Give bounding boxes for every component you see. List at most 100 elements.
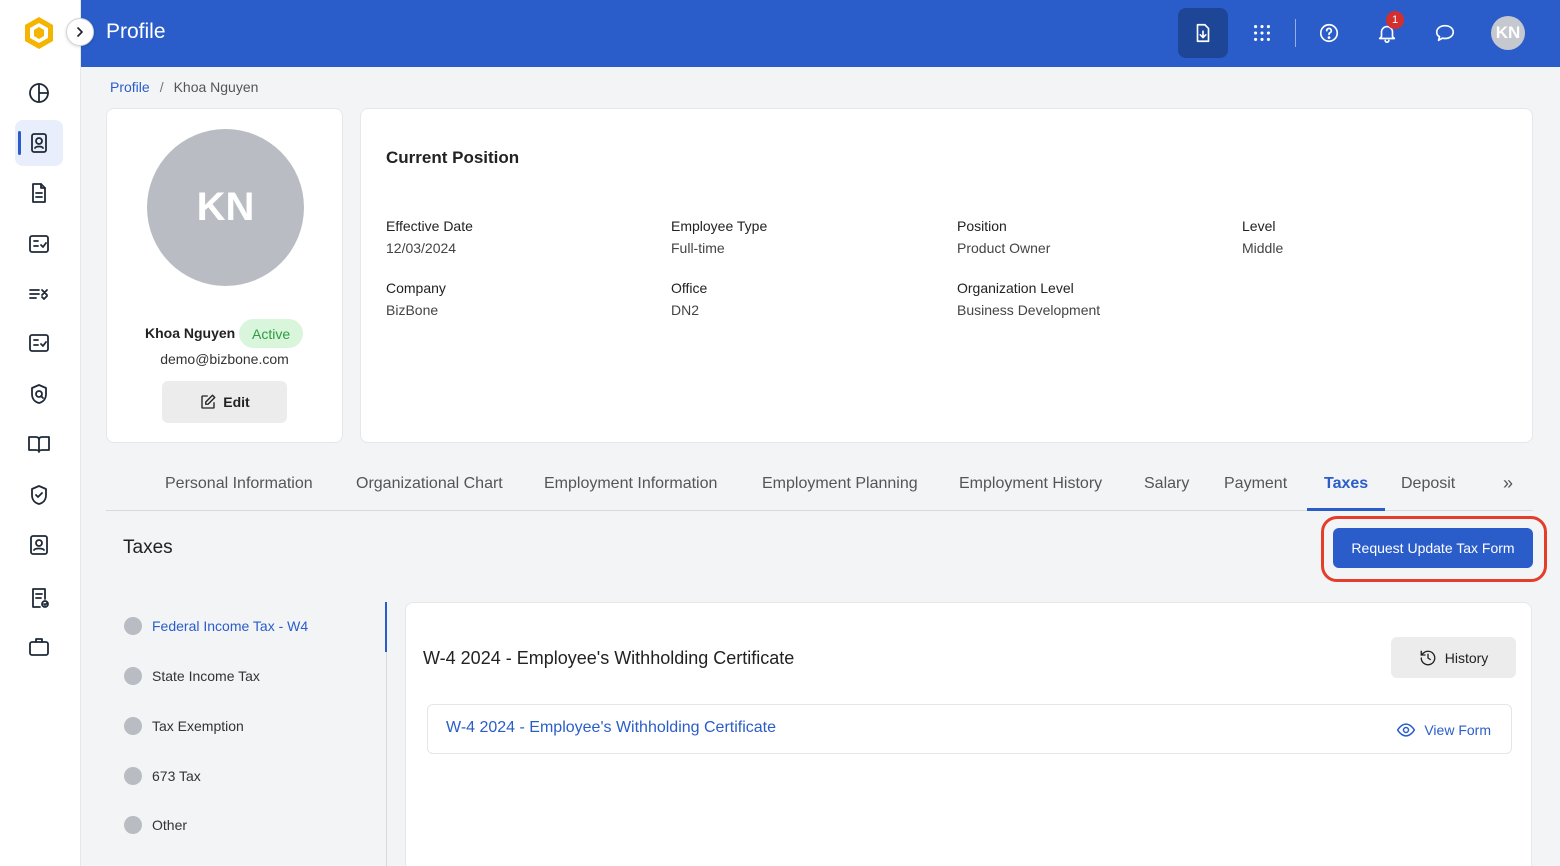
page-title: Profile bbox=[106, 20, 166, 43]
sidebar-item-documents[interactable] bbox=[15, 170, 63, 216]
user-avatar[interactable]: KN bbox=[1491, 16, 1525, 50]
field-label: Office bbox=[671, 280, 708, 296]
edit-label: Edit bbox=[223, 394, 250, 410]
sidebar-item-checklist-2[interactable] bbox=[15, 320, 63, 366]
status-dot bbox=[124, 617, 142, 635]
sidebar-item-checklist[interactable] bbox=[15, 221, 63, 267]
field-label: Level bbox=[1242, 218, 1276, 234]
field-label: Company bbox=[386, 280, 446, 296]
history-icon bbox=[1420, 650, 1436, 665]
view-form-button[interactable]: View Form bbox=[1396, 720, 1491, 740]
view-form-label: View Form bbox=[1424, 722, 1491, 738]
download-button[interactable] bbox=[1178, 8, 1228, 58]
tax-nav-label: Tax Exemption bbox=[152, 718, 244, 734]
briefcase-icon bbox=[29, 638, 49, 656]
apps-button[interactable] bbox=[1237, 8, 1287, 58]
field-value: Business Development bbox=[957, 302, 1101, 318]
field-organization-level: Organization Level Business Development bbox=[957, 280, 1100, 318]
field-value: Full-time bbox=[671, 240, 725, 256]
tab-organizational-chart[interactable]: Organizational Chart bbox=[356, 475, 503, 493]
tax-nav-label: Other bbox=[152, 817, 188, 833]
chat-button[interactable] bbox=[1420, 8, 1470, 58]
field-value: DN2 bbox=[671, 302, 700, 318]
field-value: Product Owner bbox=[957, 240, 1051, 256]
tax-nav-673-tax[interactable]: 673 Tax bbox=[124, 767, 201, 785]
task-list-icon bbox=[29, 289, 48, 300]
sidebar-item-handbook[interactable] bbox=[15, 421, 63, 467]
tax-nav-tax-exemption[interactable]: Tax Exemption bbox=[124, 717, 244, 735]
tax-nav-state-income-tax[interactable]: State Income Tax bbox=[124, 667, 260, 685]
chat-icon bbox=[1435, 24, 1455, 42]
current-position-card: Current Position Effective Date 12/03/20… bbox=[360, 108, 1533, 443]
profile-card: KN Khoa Nguyen Active demo@bizbone.com E… bbox=[106, 108, 343, 443]
tax-nav-other[interactable]: Other bbox=[124, 816, 187, 834]
tab-deposit[interactable]: Deposit bbox=[1401, 475, 1455, 493]
tab-employment-planning[interactable]: Employment Planning bbox=[762, 475, 918, 493]
sidebar-item-directory[interactable] bbox=[15, 522, 63, 568]
header-divider bbox=[1295, 19, 1296, 47]
profile-avatar: KN bbox=[147, 129, 304, 286]
profile-email: demo@bizbone.com bbox=[160, 351, 289, 367]
profile-icon bbox=[31, 133, 47, 153]
field-value: BizBone bbox=[386, 302, 439, 318]
tab-salary[interactable]: Salary bbox=[1144, 475, 1189, 493]
security-search-icon bbox=[31, 384, 47, 404]
tax-nav-federal-income-tax[interactable]: Federal Income Tax - W4 bbox=[124, 617, 308, 635]
help-icon bbox=[1319, 23, 1339, 43]
breadcrumb-profile-link[interactable]: Profile bbox=[110, 79, 150, 95]
tabs-scroll-right-icon[interactable]: » bbox=[1503, 473, 1513, 494]
field-label: Organization Level bbox=[957, 280, 1074, 296]
book-icon bbox=[28, 436, 50, 453]
chevron-right-icon bbox=[77, 27, 83, 37]
tax-nav-label: State Income Tax bbox=[152, 668, 260, 684]
breadcrumb-separator: / bbox=[159, 79, 164, 95]
edit-profile-button[interactable]: Edit bbox=[162, 381, 287, 423]
tab-employment-history[interactable]: Employment History bbox=[959, 475, 1102, 493]
status-dot bbox=[124, 816, 142, 834]
field-employee-type: Employee Type Full-time bbox=[671, 218, 767, 256]
tax-form-link[interactable]: W-4 2024 - Employee's Withholding Certif… bbox=[446, 719, 776, 737]
tax-form-card: W-4 2024 - Employee's Withholding Certif… bbox=[405, 602, 1532, 866]
sidebar-item-dashboard[interactable] bbox=[15, 70, 63, 116]
status-dot bbox=[124, 667, 142, 685]
field-company: Company BizBone bbox=[386, 280, 446, 318]
contact-card-icon bbox=[30, 535, 48, 555]
field-office: Office DN2 bbox=[671, 280, 707, 318]
sidebar-item-compliance[interactable] bbox=[15, 472, 63, 518]
field-effective-date: Effective Date 12/03/2024 bbox=[386, 218, 473, 256]
help-button[interactable] bbox=[1304, 8, 1354, 58]
field-value: Middle bbox=[1242, 240, 1284, 256]
status-dot bbox=[124, 717, 142, 735]
sidebar-toggle-button[interactable] bbox=[66, 18, 94, 46]
tab-personal-information[interactable]: Personal Information bbox=[165, 475, 313, 493]
notifications-button[interactable]: 1 bbox=[1362, 8, 1412, 58]
download-file-icon bbox=[1196, 23, 1210, 43]
profile-tabs: Personal Information Organizational Char… bbox=[106, 463, 1533, 511]
sidebar-item-jobs[interactable] bbox=[15, 624, 63, 670]
tax-nav-label: Federal Income Tax - W4 bbox=[152, 618, 309, 634]
active-tab-indicator bbox=[1307, 508, 1385, 511]
sidebar-item-tasks[interactable] bbox=[15, 271, 63, 317]
history-button[interactable]: History bbox=[1391, 637, 1516, 678]
current-position-title: Current Position bbox=[386, 148, 520, 167]
status-badge: Active bbox=[239, 319, 304, 348]
sidebar-item-security[interactable] bbox=[15, 371, 63, 417]
request-update-tax-form-button[interactable]: Request Update Tax Form bbox=[1333, 528, 1533, 568]
approved-document-icon bbox=[32, 588, 49, 608]
apps-grid-icon bbox=[1254, 25, 1270, 41]
tab-employment-information[interactable]: Employment Information bbox=[544, 475, 717, 493]
sidebar-item-approvals[interactable] bbox=[15, 575, 63, 621]
profile-name: Khoa Nguyen bbox=[145, 325, 236, 341]
tab-payment[interactable]: Payment bbox=[1224, 475, 1287, 493]
field-level: Level Middle bbox=[1242, 218, 1283, 256]
bizbone-logo[interactable] bbox=[22, 15, 56, 51]
dashboard-icon bbox=[29, 83, 49, 103]
checklist-2-icon bbox=[29, 334, 49, 352]
tab-taxes[interactable]: Taxes bbox=[1324, 475, 1368, 493]
field-value: 12/03/2024 bbox=[386, 240, 457, 256]
taxes-section-title: Taxes bbox=[123, 537, 173, 558]
status-dot bbox=[124, 767, 142, 785]
tax-form-title: W-4 2024 - Employee's Withholding Certif… bbox=[423, 648, 795, 668]
field-label: Position bbox=[957, 218, 1007, 234]
sidebar-item-profile[interactable] bbox=[15, 120, 63, 166]
